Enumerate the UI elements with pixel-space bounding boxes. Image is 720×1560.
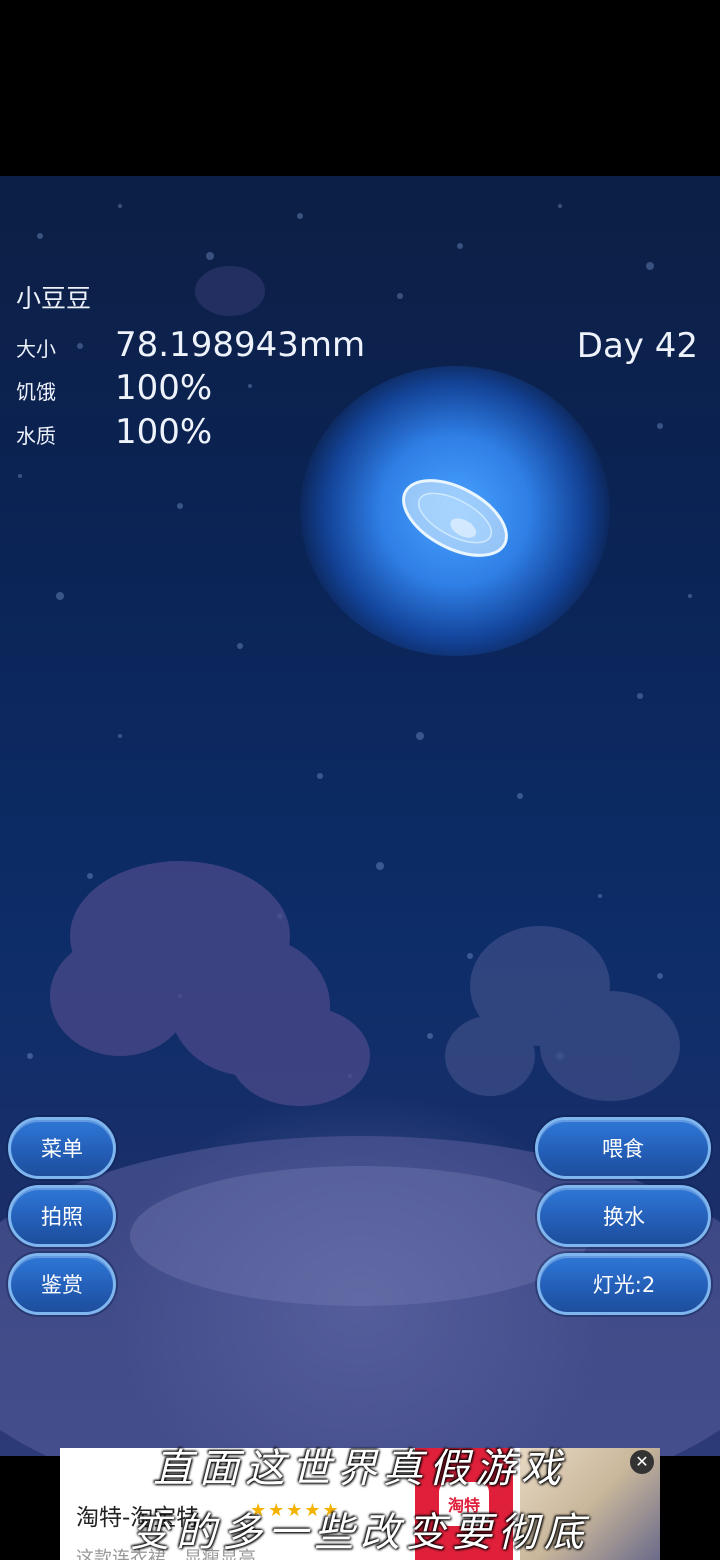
water-quality-label: 水质 xyxy=(16,424,56,448)
photo-button[interactable]: 拍照 xyxy=(8,1185,116,1247)
ad-title[interactable]: 淘特-淘宝特... xyxy=(76,1498,221,1532)
size-value: 78.198943mm xyxy=(115,325,366,365)
menu-button[interactable]: 菜单 xyxy=(8,1117,116,1179)
close-icon[interactable]: ✕ xyxy=(630,1450,654,1474)
appreciate-button[interactable]: 鉴赏 xyxy=(8,1253,116,1315)
ad-app-logo[interactable]: 淘特 xyxy=(415,1448,513,1560)
hunger-value: 100% xyxy=(115,368,213,408)
status-bar-area xyxy=(0,0,720,176)
ad-banner[interactable]: 淘特-淘宝特... ★★★★★ 这款连衣裙，显瘦显高 淘特 ✕ xyxy=(60,1448,660,1560)
day-counter: Day 42 xyxy=(576,326,698,366)
change-water-button[interactable]: 换水 xyxy=(537,1185,711,1247)
light-button[interactable]: 灯光:2 xyxy=(537,1253,711,1315)
water-quality-value: 100% xyxy=(115,412,213,452)
feed-button[interactable]: 喂食 xyxy=(535,1117,711,1179)
hunger-label: 饥饿 xyxy=(16,380,56,404)
ad-logo-text: 淘特 xyxy=(439,1482,489,1526)
pet-name: 小豆豆 xyxy=(16,284,92,313)
ad-description: 这款连衣裙，显瘦显高 xyxy=(76,1548,256,1560)
game-screen: 小豆豆 大小 78.198943mm 饥饿 100% 水质 100% Day 4… xyxy=(0,0,720,1560)
size-label: 大小 xyxy=(16,337,56,361)
jellyfish-icon[interactable] xyxy=(395,471,515,566)
ad-rating-stars: ★★★★★ xyxy=(250,1500,341,1521)
